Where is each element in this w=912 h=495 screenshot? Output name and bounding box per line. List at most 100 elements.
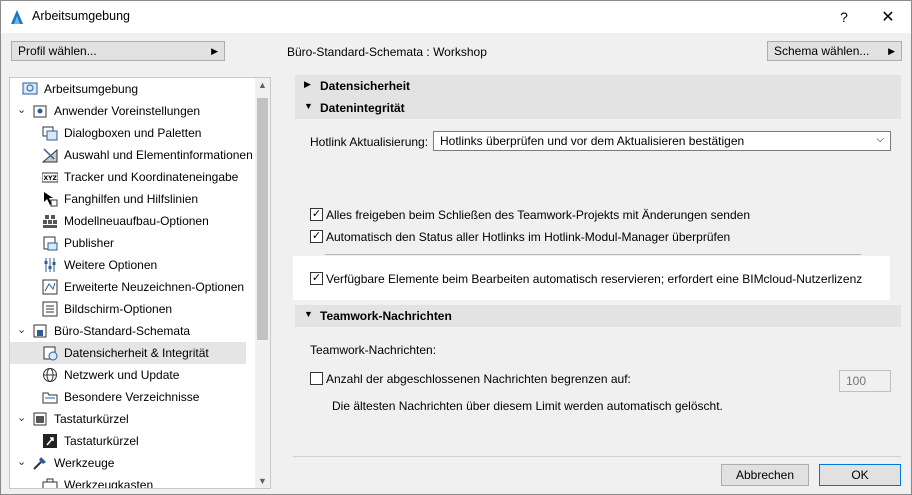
chevron-up-icon[interactable]: ▲ xyxy=(258,80,267,90)
checkbox-auto-status[interactable]: ✓ xyxy=(310,230,323,243)
tree-label: Tastaturkürzel xyxy=(64,434,139,448)
workspace-icon xyxy=(22,82,38,95)
triangle-down-icon: ▼ xyxy=(304,309,313,319)
svg-text:XYZ: XYZ xyxy=(44,175,58,182)
schema-button-label: Schema wählen... xyxy=(774,44,870,58)
chevron-down-icon[interactable]: ▼ xyxy=(258,476,267,486)
tree-item-neuzeichnen[interactable]: Erweiterte Neuzeichnen-Optionen xyxy=(10,276,256,298)
ok-button[interactable]: OK xyxy=(819,464,901,486)
tree-item-verzeichnisse[interactable]: Besondere Verzeichnisse xyxy=(10,386,256,408)
profile-select-button[interactable]: Profil wählen... ▶ xyxy=(11,41,225,61)
tree-item-weitere-optionen[interactable]: Weitere Optionen xyxy=(10,254,256,276)
tree-item-arbeitsumgebung[interactable]: Arbeitsumgebung xyxy=(10,78,256,100)
settings-tree: Arbeitsumgebung ⌄ Anwender Voreinstellun… xyxy=(9,77,271,489)
shortcuts-icon xyxy=(43,434,57,448)
tree-label: Netzwerk und Update xyxy=(64,368,180,382)
redraw-options-icon xyxy=(42,279,58,295)
tree-label: Modellneuaufbau-Optionen xyxy=(64,214,209,228)
model-rebuild-icon xyxy=(43,215,57,228)
tree-label: Erweiterte Neuzeichnen-Optionen xyxy=(64,280,245,294)
tree-label: Publisher xyxy=(64,236,115,250)
section-datenintegritaet[interactable]: ▼ Datenintegrität xyxy=(295,97,901,119)
section-title: Datensicherheit xyxy=(320,79,411,93)
page-title: Büro-Standard-Schemata : Workshop xyxy=(287,45,487,59)
chevron-down-icon: ⌵ xyxy=(876,134,884,145)
tree-item-publisher[interactable]: Publisher xyxy=(10,232,256,254)
dialog-palette-icon xyxy=(42,126,58,141)
auto-reserve-label: Verfügbare Elemente beim Bearbeiten auto… xyxy=(326,272,863,286)
message-limit-input[interactable]: 100 xyxy=(839,370,891,392)
data-safety-icon xyxy=(43,346,58,361)
triangle-down-icon: ▼ xyxy=(304,101,313,111)
tree-label: Besondere Verzeichnisse xyxy=(64,390,200,404)
screen-options-icon xyxy=(42,301,58,317)
snap-guides-icon xyxy=(44,192,58,207)
tree-label: Tastaturkürzel xyxy=(54,412,129,426)
archicad-app-icon xyxy=(11,10,23,24)
divider xyxy=(293,456,901,457)
section-title: Datenintegrität xyxy=(320,101,405,115)
checkbox-release-all[interactable]: ✓ xyxy=(310,208,323,221)
tree-item-dialogboxen[interactable]: Dialogboxen und Paletten xyxy=(10,122,256,144)
chevron-down-icon[interactable]: ⌄ xyxy=(17,455,26,468)
tree-item-werkzeugkasten[interactable]: Werkzeugkasten xyxy=(10,474,256,489)
chevron-down-icon[interactable]: ⌄ xyxy=(17,411,26,424)
triangle-right-icon: ▶ xyxy=(304,79,311,89)
auto-status-label: Automatisch den Status aller Hotlinks im… xyxy=(326,230,731,244)
tree-item-tastaturkuerzel-group[interactable]: ⌄ Tastaturkürzel xyxy=(10,408,256,430)
tree-label: Dialogboxen und Paletten xyxy=(64,126,202,140)
tree-item-bildschirm[interactable]: Bildschirm-Optionen xyxy=(10,298,256,320)
hotlink-update-select[interactable]: Hotlinks überprüfen und vor dem Aktualis… xyxy=(433,131,891,151)
tree-label: Datensicherheit & Integrität xyxy=(64,346,209,360)
tree-item-buero-standard[interactable]: ⌄ Büro-Standard-Schemata xyxy=(10,320,256,342)
triangle-right-icon: ▶ xyxy=(211,46,218,56)
tree-item-netzwerk[interactable]: Netzwerk und Update xyxy=(10,364,256,386)
chevron-down-icon[interactable]: ⌄ xyxy=(17,323,26,336)
divider xyxy=(325,254,861,255)
checkbox-limit-messages[interactable] xyxy=(310,372,323,385)
window-title: Arbeitsumgebung xyxy=(32,9,130,23)
close-icon[interactable]: ✕ xyxy=(865,1,911,33)
user-settings-icon xyxy=(33,105,47,118)
shortcuts-group-icon xyxy=(33,412,47,426)
tree-scrollbar[interactable]: ▲ ▼ xyxy=(255,78,270,488)
chevron-down-icon[interactable]: ⌄ xyxy=(17,103,26,116)
toolbox-icon xyxy=(42,478,58,488)
office-standard-icon xyxy=(33,324,47,338)
tree-label: Büro-Standard-Schemata xyxy=(54,324,191,338)
more-options-icon xyxy=(44,258,56,272)
tree-item-auswahl[interactable]: Auswahl und Elementinformationen xyxy=(10,144,256,166)
xyz-tracker-icon: XYZ xyxy=(42,172,58,183)
title-bar: Arbeitsumgebung ? ✕ xyxy=(1,1,911,33)
tree-item-tastaturkuerzel[interactable]: Tastaturkürzel xyxy=(10,430,256,452)
teamwork-messages-label: Teamwork-Nachrichten: xyxy=(310,343,437,357)
tree-item-werkzeuge[interactable]: ⌄ Werkzeuge xyxy=(10,452,256,474)
tree-label: Tracker und Koordinateneingabe xyxy=(64,170,239,184)
section-teamwork[interactable]: ▼ Teamwork-Nachrichten xyxy=(295,305,901,327)
profile-button-label: Profil wählen... xyxy=(18,44,97,58)
tree-item-tracker[interactable]: XYZ Tracker und Koordinateneingabe xyxy=(10,166,256,188)
help-button[interactable]: ? xyxy=(821,1,867,33)
section-datensicherheit[interactable]: ▶ Datensicherheit xyxy=(295,75,901,97)
release-all-label: Alles freigeben beim Schließen des Teamw… xyxy=(326,208,751,222)
tree-label: Anwender Voreinstellungen xyxy=(54,104,201,118)
checkbox-auto-reserve[interactable]: ✓ xyxy=(310,272,323,285)
section-title: Teamwork-Nachrichten xyxy=(320,309,452,323)
tree-label: Fanghilfen und Hilfslinien xyxy=(64,192,199,206)
tree-item-fanghilfen[interactable]: Fanghilfen und Hilfslinien xyxy=(10,188,256,210)
selection-icon xyxy=(42,148,58,163)
tree-item-datensicherheit[interactable]: Datensicherheit & Integrität xyxy=(10,342,246,364)
tree-label: Arbeitsumgebung xyxy=(44,82,139,96)
limit-note: Die ältesten Nachrichten über diesem Lim… xyxy=(332,399,723,413)
tree-label: Werkzeugkasten xyxy=(64,478,154,489)
schema-select-button[interactable]: Schema wählen... ▶ xyxy=(767,41,902,61)
tree-item-modellneuaufbau[interactable]: Modellneuaufbau-Optionen xyxy=(10,210,256,232)
tree-label: Auswahl und Elementinformationen xyxy=(64,148,253,162)
cancel-button[interactable]: Abbrechen xyxy=(721,464,809,486)
scrollbar-thumb[interactable] xyxy=(257,98,268,340)
tree-label: Weitere Optionen xyxy=(64,258,158,272)
tree-item-anwender[interactable]: ⌄ Anwender Voreinstellungen xyxy=(10,100,256,122)
hotlink-label: Hotlink Aktualisierung: xyxy=(310,135,429,149)
network-globe-icon xyxy=(43,368,57,382)
folder-icon xyxy=(42,392,58,404)
